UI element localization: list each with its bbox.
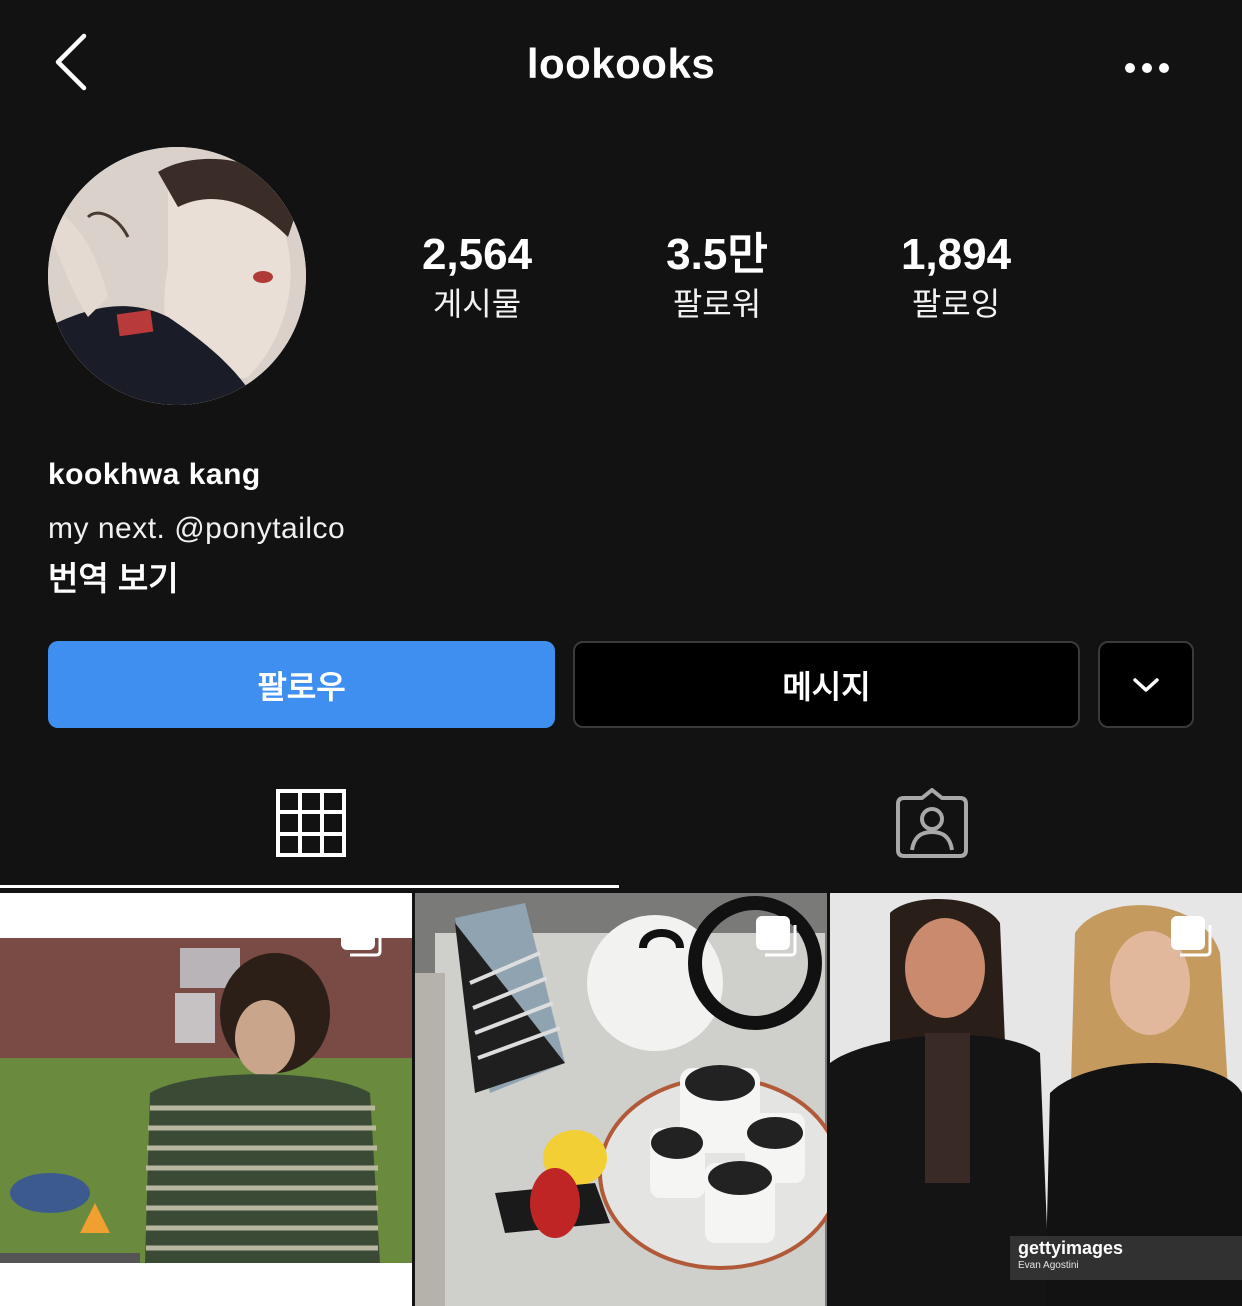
followers-count: 3.5만 [666,230,768,279]
watermark-credit: Evan Agostini [1018,1260,1079,1271]
profile-avatar[interactable] [48,147,306,405]
avatar-photo [48,147,306,405]
translate-link[interactable]: 번역 보기 [48,552,179,600]
stat-posts[interactable]: 2,564 게시물 [377,228,577,326]
posts-count: 2,564 [421,230,533,279]
carousel-icon [756,916,797,957]
stat-following[interactable]: 1,894 팔로잉 [856,228,1056,326]
more-options-button[interactable] [1122,50,1172,86]
carousel-icon [1171,916,1212,957]
follow-button[interactable]: 팔로우 [48,641,555,728]
bio-text: my next. @ponytailco [48,512,346,545]
more-horizontal-icon [1125,63,1169,73]
carousel-icon [341,916,382,957]
posts-label: 게시물 [432,286,522,322]
following-label: 팔로잉 [911,286,1001,322]
post-thumbnail-3[interactable]: gettyimages Evan Agostini [830,893,1242,1306]
stat-followers[interactable]: 3.5만 팔로워 [617,228,817,326]
post-thumbnail-1[interactable] [0,893,412,1306]
chevron-down-icon [1133,677,1159,692]
following-count: 1,894 [900,230,1012,279]
grid-icon [275,789,346,857]
watermark-brand: gettyimages [1018,1238,1124,1258]
suggested-accounts-button[interactable] [1098,641,1194,728]
getty-watermark: gettyimages Evan Agostini [1010,1236,1242,1280]
tagged-user-icon [895,788,968,858]
active-tab-indicator [0,885,619,888]
tab-posts-grid[interactable] [0,760,621,886]
profile-username-title: lookooks [526,40,716,87]
display-name: kookhwa kang [48,458,261,491]
followers-label: 팔로워 [672,286,762,322]
tab-tagged[interactable] [621,760,1242,886]
post-thumbnail-2[interactable] [415,893,827,1306]
message-button[interactable]: 메시지 [573,641,1080,728]
